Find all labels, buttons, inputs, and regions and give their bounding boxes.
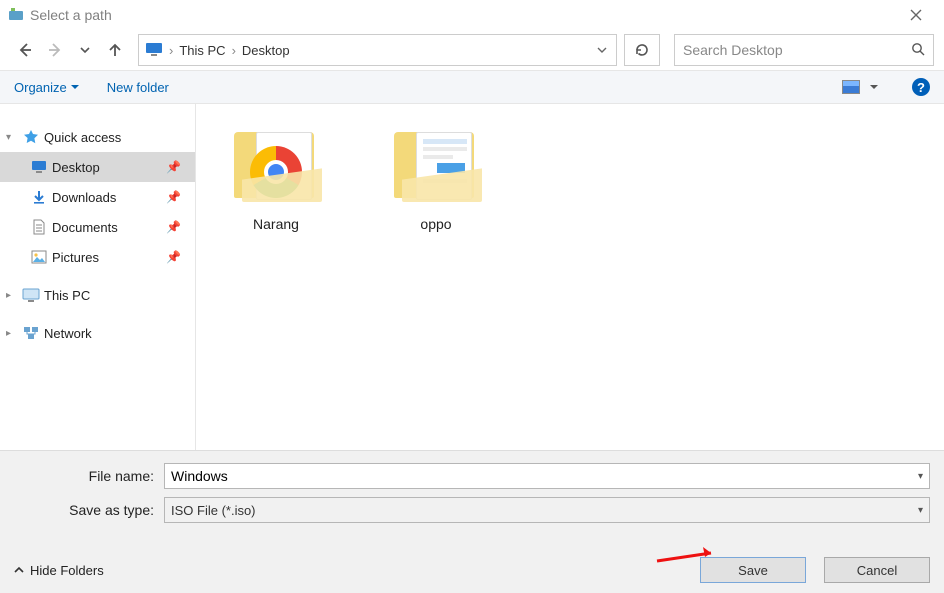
help-button[interactable]: ? [912, 78, 930, 96]
save-type-label: Save as type: [14, 502, 154, 518]
network-icon [22, 324, 40, 342]
download-icon [30, 188, 48, 206]
thispc-icon [22, 286, 40, 304]
pin-icon: 📌 [166, 250, 181, 264]
sidebar-network[interactable]: ▸ Network [0, 318, 195, 348]
new-folder-button[interactable]: New folder [107, 80, 169, 95]
recent-dropdown-icon[interactable] [72, 37, 98, 63]
chevron-up-icon [14, 565, 24, 575]
file-name-label: File name: [14, 468, 154, 484]
thispc-icon [145, 42, 163, 59]
file-name-row: File name: ▾ [14, 463, 930, 489]
window-title: Select a path [30, 7, 112, 23]
quick-access-label: Quick access [44, 130, 121, 145]
chevron-right-icon: › [232, 43, 236, 58]
titlebar: Select a path [0, 0, 944, 30]
breadcrumb-current[interactable]: Desktop [242, 43, 290, 58]
sidebar-item-label: Documents [52, 220, 118, 235]
help-glyph: ? [917, 80, 925, 95]
sidebar-item-downloads[interactable]: Downloads 📌 [0, 182, 195, 212]
sidebar: ▾ Quick access Desktop 📌 Downloads 📌 [0, 104, 196, 450]
folder-narang[interactable]: Narang [216, 128, 336, 232]
pin-icon: 📌 [166, 160, 181, 174]
chevron-right-icon: ▸ [6, 328, 18, 339]
view-icon[interactable] [842, 80, 860, 94]
file-name-combo[interactable]: ▾ [164, 463, 930, 489]
sidebar-item-label: Downloads [52, 190, 116, 205]
action-row: Hide Folders Save Cancel [14, 553, 930, 587]
pin-icon: 📌 [166, 220, 181, 234]
chevron-right-icon: ▸ [6, 290, 18, 301]
search-icon [911, 42, 925, 59]
dropdown-caret-icon [71, 83, 79, 91]
pictures-icon [30, 248, 48, 266]
search-input[interactable] [683, 42, 911, 58]
cancel-button[interactable]: Cancel [824, 557, 930, 583]
sidebar-item-label: Desktop [52, 160, 100, 175]
star-icon [22, 128, 40, 146]
address-dropdown-icon[interactable] [594, 43, 610, 58]
folder-oppo[interactable]: oppo [376, 128, 496, 232]
address-bar[interactable]: › This PC › Desktop [138, 34, 617, 66]
folder-icon [388, 128, 484, 208]
sidebar-this-pc[interactable]: ▸ This PC [0, 280, 195, 310]
hide-folders-button[interactable]: Hide Folders [14, 563, 104, 578]
save-type-value: ISO File (*.iso) [171, 503, 918, 518]
cancel-label: Cancel [857, 563, 897, 578]
folder-icon [228, 128, 324, 208]
breadcrumb-root[interactable]: This PC [179, 43, 225, 58]
up-button[interactable] [102, 37, 128, 63]
view-dropdown-icon[interactable] [870, 83, 878, 91]
dropdown-caret-icon[interactable]: ▾ [918, 505, 923, 516]
save-type-combo[interactable]: ISO File (*.iso) ▾ [164, 497, 930, 523]
forward-button[interactable] [42, 37, 68, 63]
chevron-down-icon: ▾ [6, 132, 18, 143]
sidebar-item-desktop[interactable]: Desktop 📌 [0, 152, 195, 182]
file-name-input[interactable] [171, 468, 918, 484]
app-icon [8, 7, 24, 23]
search-box[interactable] [674, 34, 934, 66]
folder-label: Narang [216, 216, 336, 232]
network-label: Network [44, 326, 92, 341]
save-label: Save [738, 563, 768, 578]
bottom-panel: File name: ▾ Save as type: ISO File (*.i… [0, 450, 944, 593]
pin-icon: 📌 [166, 190, 181, 204]
sidebar-item-label: Pictures [52, 250, 99, 265]
nav-row: › This PC › Desktop [0, 30, 944, 70]
dropdown-caret-icon[interactable]: ▾ [918, 471, 923, 482]
monitor-icon [30, 158, 48, 176]
sidebar-item-documents[interactable]: Documents 📌 [0, 212, 195, 242]
main-area: ▾ Quick access Desktop 📌 Downloads 📌 [0, 104, 944, 450]
this-pc-label: This PC [44, 288, 90, 303]
organize-button[interactable]: Organize [14, 80, 79, 95]
sidebar-quick-access[interactable]: ▾ Quick access [0, 122, 195, 152]
save-button[interactable]: Save [700, 557, 806, 583]
new-folder-label: New folder [107, 80, 169, 95]
folder-label: oppo [376, 216, 496, 232]
back-button[interactable] [12, 37, 38, 63]
organize-label: Organize [14, 80, 67, 95]
hide-folders-label: Hide Folders [30, 563, 104, 578]
close-button[interactable] [896, 1, 936, 29]
chevron-right-icon: › [169, 43, 173, 58]
sidebar-item-pictures[interactable]: Pictures 📌 [0, 242, 195, 272]
toolbar: Organize New folder ? [0, 70, 944, 104]
refresh-button[interactable] [624, 34, 660, 66]
save-type-row: Save as type: ISO File (*.iso) ▾ [14, 497, 930, 523]
document-icon [30, 218, 48, 236]
content-pane[interactable]: Narang oppo [196, 104, 944, 450]
